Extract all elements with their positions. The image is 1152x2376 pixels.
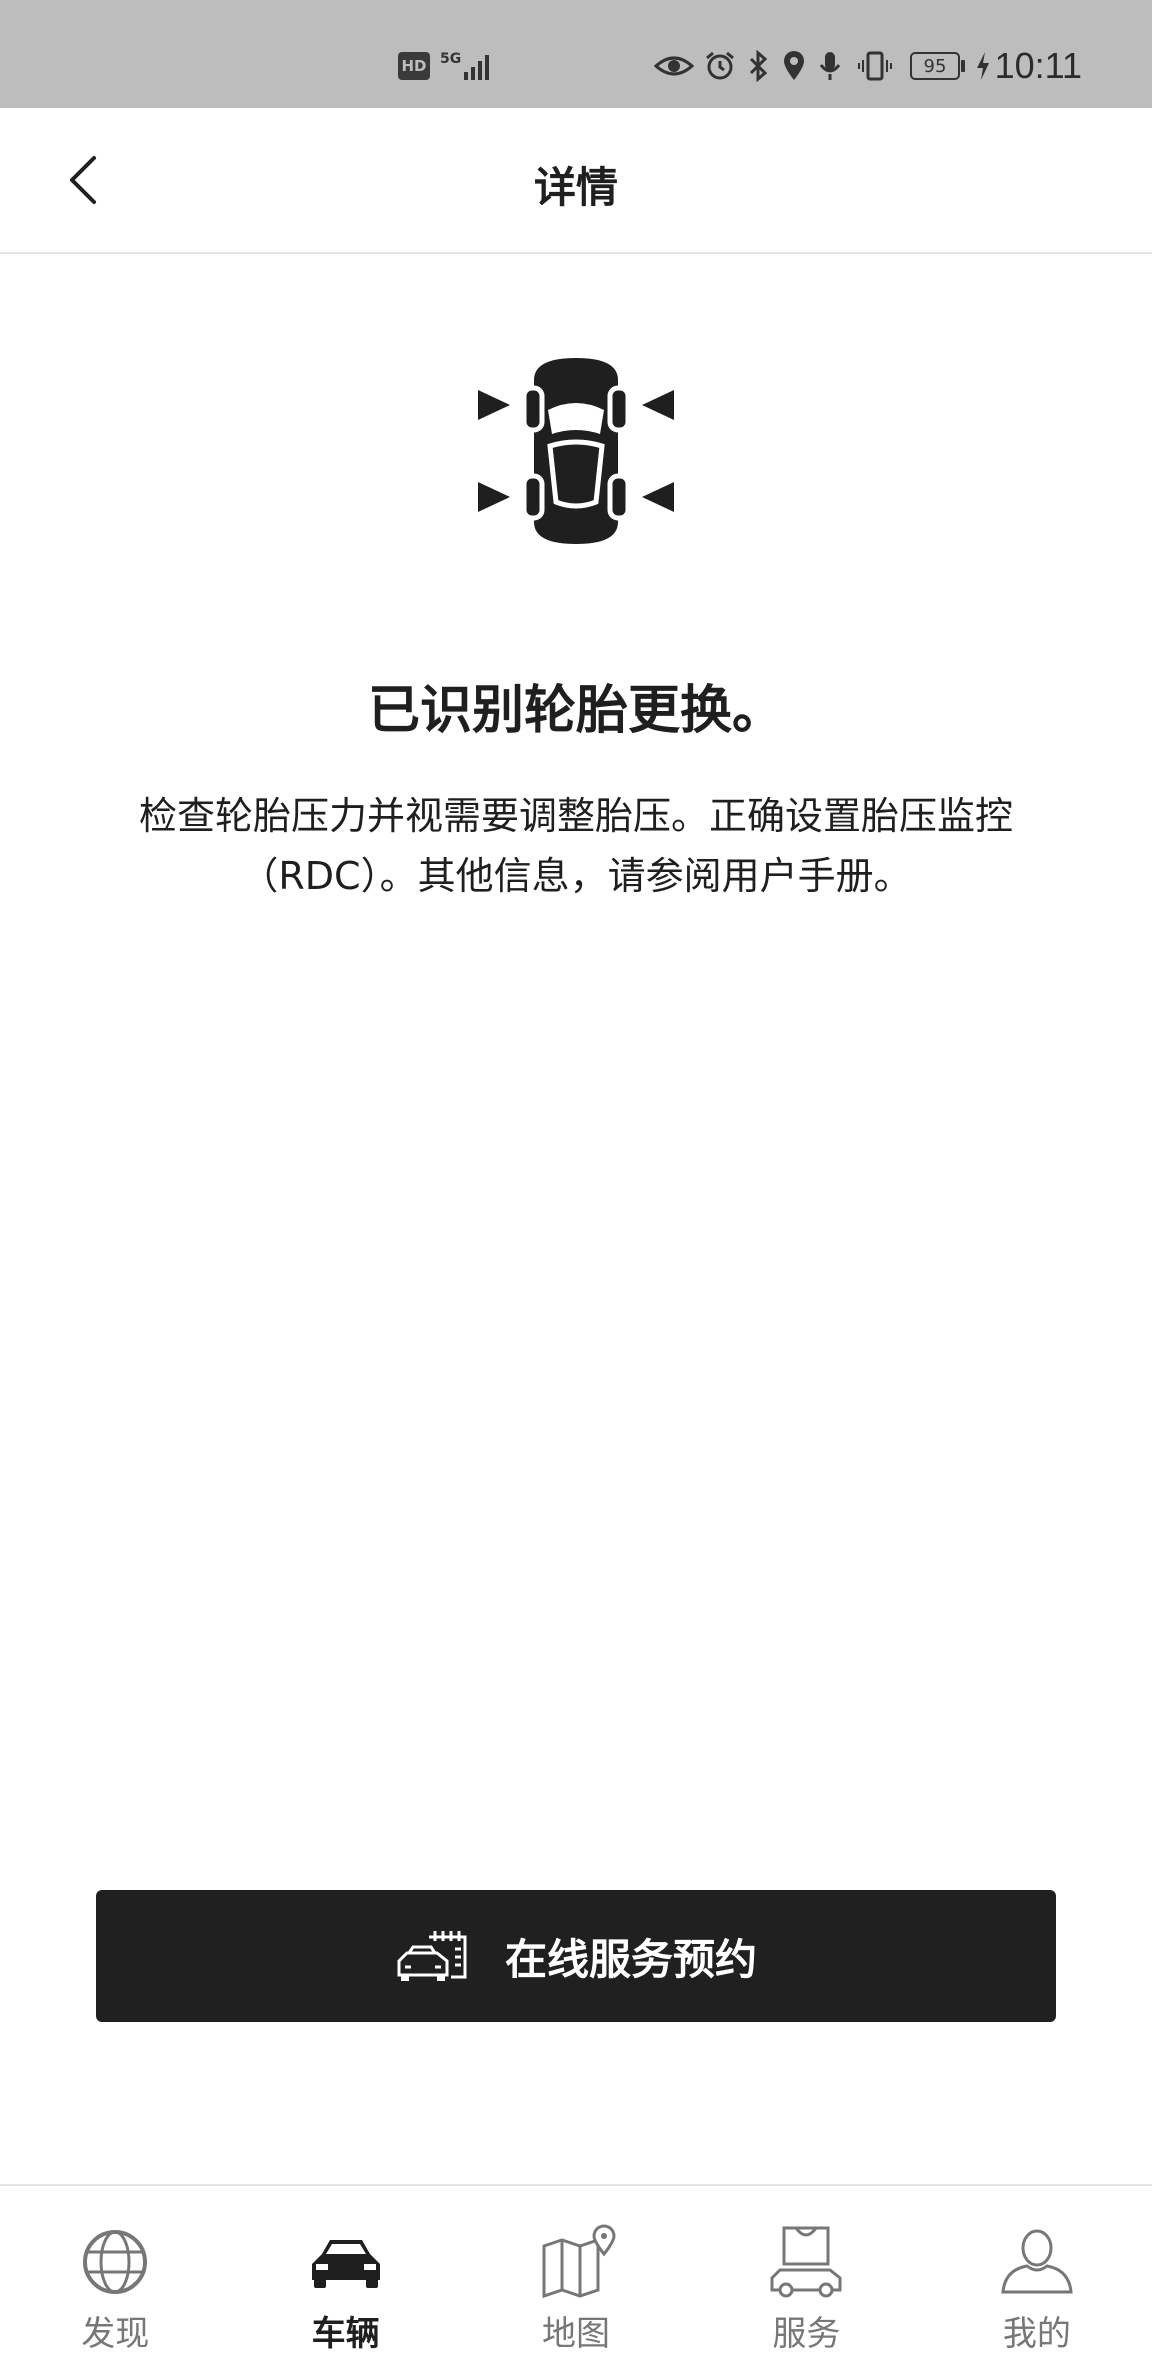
nav-label: 服务 — [772, 2314, 841, 2354]
battery-indicator: 95 — [910, 52, 960, 80]
online-service-booking-button[interactable]: 在线服务预约 — [96, 1890, 1056, 2022]
signal-icon — [464, 55, 489, 80]
bottom-navigation: 发现 车辆 地图 服务 我的 — [0, 2184, 1152, 2376]
page-title: 详情 — [533, 163, 618, 212]
map-icon — [542, 2224, 616, 2299]
car-service-calendar-icon — [397, 1931, 467, 1981]
alarm-icon — [706, 51, 734, 80]
charging-icon — [977, 52, 989, 80]
service-bag-icon — [770, 2226, 842, 2298]
globe-icon — [83, 2230, 148, 2294]
microphone-icon — [819, 52, 841, 80]
cta-label: 在线服务预约 — [504, 1934, 757, 1984]
nav-discover[interactable]: 发现 — [0, 2186, 230, 2376]
nav-label: 我的 — [1002, 2314, 1071, 2354]
nav-vehicle[interactable]: 车辆 — [230, 2186, 460, 2376]
user-icon — [1001, 2229, 1073, 2294]
car-icon — [311, 2240, 380, 2288]
nav-label: 车辆 — [311, 2314, 380, 2354]
bluetooth-icon — [749, 50, 768, 82]
hd-badge: HD — [398, 52, 430, 80]
clock: 10:11 — [994, 45, 1082, 86]
battery-tip — [961, 60, 965, 72]
nav-label: 地图 — [542, 2314, 611, 2354]
network-type: 5G — [440, 51, 462, 67]
vibrate-icon — [858, 51, 892, 81]
nav-map[interactable]: 地图 — [461, 2186, 691, 2376]
main-description: 检查轮胎压力并视需要调整胎压。正确设置胎压监控（RDC）。其他信息，请参阅用户手… — [138, 794, 1013, 898]
main-title: 已识别轮胎更换。 — [367, 681, 784, 741]
nav-service[interactable]: 服务 — [691, 2186, 921, 2376]
tire-change-car-icon — [478, 358, 674, 544]
nav-label: 发现 — [81, 2314, 150, 2354]
location-icon — [784, 51, 804, 80]
eye-icon — [654, 56, 694, 76]
app-header: 详情 — [0, 108, 1152, 254]
app-screen: HD 5G 95 10:11 详情 已识别轮胎更换。 检查轮胎压力并视需要调整胎… — [0, 0, 1152, 2376]
nav-profile[interactable]: 我的 — [922, 2186, 1152, 2376]
status-bar: HD 5G 95 10:11 — [0, 0, 1152, 108]
